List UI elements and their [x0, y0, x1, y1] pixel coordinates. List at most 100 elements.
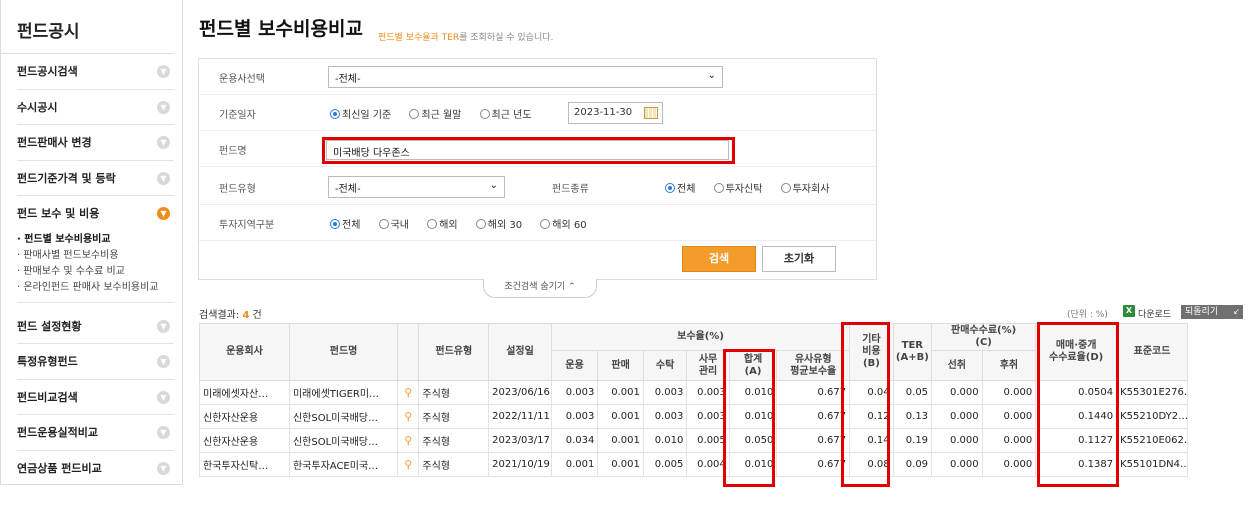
- cell-mgmt: 0.001: [550, 452, 599, 477]
- return-icon: ↙: [1233, 307, 1240, 316]
- sidebar-item-label: 연금상품 펀드비교: [17, 461, 102, 475]
- radio-latest[interactable]: 최신일 기준: [330, 106, 391, 121]
- cell-similar: 0.677: [776, 404, 851, 429]
- sidebar-item-label: 펀드운용실적비교: [17, 426, 98, 439]
- submenu-item-fund-fee-compare[interactable]: · 펀드별 보수비용비교: [17, 232, 174, 248]
- header-comm-l1: 판매수수료(%): [951, 325, 1017, 336]
- cell-type: 주식형: [418, 404, 490, 429]
- radio-region-all[interactable]: 전체: [330, 216, 360, 231]
- hide-conditions-toggle[interactable]: 조건검색 숨기기 ⌃: [483, 279, 597, 298]
- sidebar-item-nav-price[interactable]: 펀드기준가격 및 등락 ▼: [17, 161, 174, 196]
- sidebar-item-label: 펀드 설정현황: [17, 319, 82, 333]
- cell-manager: 한국투자신탁…: [199, 452, 290, 477]
- cell-code: K55210DY2…: [1116, 404, 1188, 429]
- sidebar-item-setup-status[interactable]: 펀드 설정현황 ▼: [17, 309, 174, 344]
- cell-sales: 0.001: [597, 428, 644, 453]
- submenu-item-sales-fee-compare[interactable]: · 판매보수 및 수수료 비교: [17, 264, 174, 280]
- magnifier-icon[interactable]: ⚲: [397, 428, 420, 453]
- cell-fund[interactable]: 미래에셋TIGER미…: [288, 380, 399, 405]
- radio-trust[interactable]: 투자신탁: [713, 180, 762, 195]
- radio-dot: [479, 109, 490, 119]
- cell-fund[interactable]: 한국투자ACE미국…: [288, 452, 399, 477]
- fund-type-select[interactable]: -전체- ⌄: [328, 176, 505, 198]
- radio-label: 전체: [342, 220, 361, 231]
- radio-overseas-30[interactable]: 해외 30: [475, 216, 522, 231]
- header-ter-l2: (A+B): [895, 352, 929, 363]
- radio-dot: [540, 219, 551, 229]
- radio-year-end[interactable]: 최근 년도: [479, 106, 532, 121]
- result-count-value: 4: [242, 310, 250, 321]
- manager-select-value: -전체-: [335, 74, 361, 85]
- radio-label: 최신일 기준: [342, 110, 392, 121]
- sidebar-item-label: 특정유형펀드: [17, 355, 78, 368]
- highlight-box-fund-name: [322, 137, 735, 164]
- fund-kind-label: 펀드종류: [552, 184, 589, 195]
- sidebar-item-pension[interactable]: 연금상품 펀드비교 ▼: [17, 451, 174, 485]
- manager-label: 운용사선택: [219, 74, 265, 85]
- header-mgmt: 운용: [550, 350, 599, 381]
- cell-trust: 0.003: [642, 404, 688, 429]
- fund-type-row: 펀드유형 -전체- ⌄ 펀드종류 전체 투자신탁 투자회사: [199, 169, 876, 205]
- radio-domestic[interactable]: 국내: [378, 216, 409, 231]
- radio-all[interactable]: 전체: [665, 180, 695, 195]
- reset-button[interactable]: 초기화: [762, 246, 836, 272]
- sidebar-item-label: 펀드기준가격 및 등락: [17, 171, 116, 185]
- cell-fund[interactable]: 신한SOL미국배당…: [288, 428, 399, 453]
- radio-company[interactable]: 투자회사: [780, 180, 829, 195]
- subtitle-highlight: 펀드별 보수율과 TER: [378, 33, 460, 43]
- magnifier-icon[interactable]: ⚲: [397, 452, 420, 477]
- excel-icon[interactable]: X: [1123, 305, 1135, 317]
- submenu-item-online-seller-fee[interactable]: · 온라인펀드 판매사 보수비용비교: [17, 280, 174, 296]
- header-trust: 수탁: [642, 350, 688, 381]
- cell-date: 2022/11/11: [488, 404, 552, 429]
- manager-row: 운용사선택 -전체- ⌄: [199, 59, 876, 95]
- magnifier-icon[interactable]: ⚲: [397, 404, 420, 429]
- submenu-item-seller-fee[interactable]: · 판매사별 펀드보수비용: [17, 248, 174, 264]
- magnifier-icon[interactable]: ⚲: [397, 380, 420, 405]
- region-label: 투자지역구분: [219, 220, 275, 231]
- header-fee-group: 보수율(%): [550, 323, 851, 351]
- radio-label: 해외 60: [552, 220, 587, 231]
- sidebar-item-seller-change[interactable]: 펀드판매사 변경 ▼: [17, 125, 174, 161]
- radio-dot: [330, 219, 340, 229]
- radio-label: 최근 년도: [491, 110, 532, 121]
- cell-type: 주식형: [418, 428, 490, 453]
- download-link[interactable]: 다운로드: [1138, 307, 1171, 320]
- sidebar-item-fund-search[interactable]: 펀드공시검색 ▼: [17, 54, 174, 90]
- cell-back: 0.000: [981, 428, 1037, 453]
- sidebar-item-special-type[interactable]: 특정유형펀드 ▼: [17, 344, 174, 380]
- chevron-down-icon: ▼: [157, 136, 170, 149]
- chevron-down-icon: ▼: [157, 426, 170, 439]
- undo-button[interactable]: 되돌리기 ↙: [1181, 305, 1243, 319]
- cell-fund[interactable]: 신한SOL미국배당…: [288, 404, 399, 429]
- header-commission-group: 판매수수료(%) (C): [931, 323, 1037, 351]
- radio-dot: [330, 109, 340, 119]
- cell-date: 2021/10/19: [488, 452, 552, 477]
- sidebar-item-label: 펀드 보수 및 비용: [17, 207, 100, 220]
- header-similar-l2: 평균보수율: [790, 365, 837, 377]
- manager-select[interactable]: -전체- ⌄: [328, 66, 723, 88]
- header-code: 표준코드: [1116, 323, 1188, 381]
- sidebar-item-fees[interactable]: 펀드 보수 및 비용 ▼: [17, 196, 174, 232]
- radio-month-end[interactable]: 최근 월말: [409, 106, 461, 121]
- search-button[interactable]: 검색: [682, 246, 756, 272]
- cell-similar: 0.677: [776, 380, 851, 405]
- cell-manager: 신한자산운용: [199, 428, 290, 453]
- header-comm-l2: (C): [975, 337, 992, 348]
- cell-ter: 0.09: [892, 452, 933, 477]
- subtitle-text: 를 조회하실 수 있습니다.: [459, 33, 554, 43]
- header-similar-l1: 유사유형: [794, 353, 832, 365]
- calendar-icon[interactable]: [644, 107, 658, 119]
- sidebar-item-performance[interactable]: 펀드운용실적비교 ▼: [17, 415, 174, 451]
- header-sales: 판매: [597, 350, 644, 381]
- radio-dot: [475, 219, 486, 229]
- cell-mgmt: 0.003: [550, 404, 599, 429]
- radio-overseas-60[interactable]: 해외 60: [540, 216, 587, 231]
- header-similar: 유사유형 평균보수율: [776, 350, 851, 381]
- date-input[interactable]: 2023-11-30: [568, 102, 663, 124]
- radio-overseas[interactable]: 해외: [427, 216, 458, 231]
- cell-mgmt: 0.003: [550, 380, 599, 405]
- sidebar-item-adhoc-disclosure[interactable]: 수시공시 ▼: [17, 90, 174, 125]
- sidebar-item-compare-search[interactable]: 펀드비교검색 ▼: [17, 380, 174, 415]
- header-type: 펀드유형: [418, 323, 490, 381]
